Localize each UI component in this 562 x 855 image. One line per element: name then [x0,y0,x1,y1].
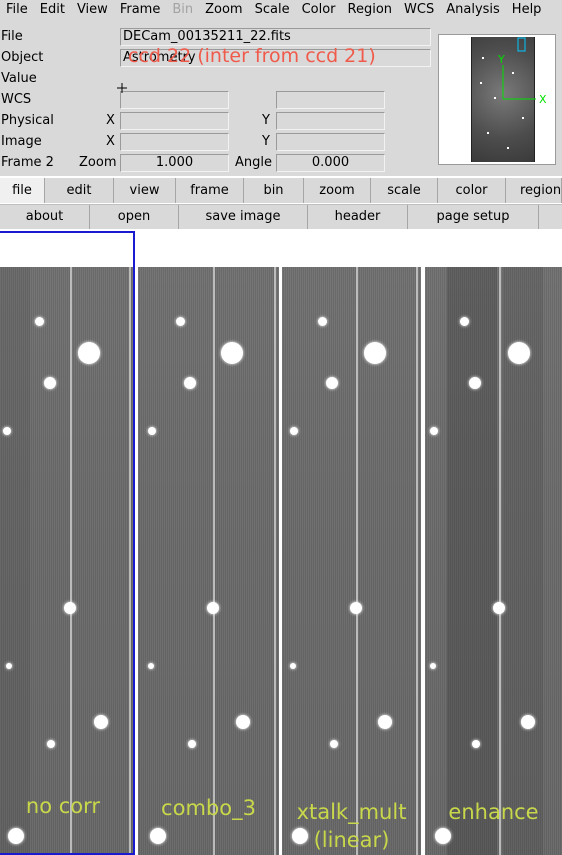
menu-scale[interactable]: Scale [249,0,296,20]
compass-icon: X Y [497,37,547,106]
button-scale[interactable]: scale [371,178,438,203]
frame-1-label: no corr [25,794,101,818]
physical-x-field [120,112,229,130]
button-zoom[interactable]: zoom [304,178,371,203]
angle-label: Angle [235,155,272,170]
physical-x-label: X [106,113,115,128]
wcs-y-field [276,91,385,109]
sub-button-bar: about open save image header page setup [0,204,562,229]
file-label: File [1,29,23,44]
image-x-label: X [106,134,115,149]
image-frame-4[interactable]: enhance [425,267,562,855]
frame-label: Frame 2 [1,155,54,170]
angle-field: 0.000 [276,154,385,172]
button-view[interactable]: view [114,178,176,203]
image-label: Image [1,134,42,149]
image-frame-1[interactable]: no corr [0,267,134,855]
button-open[interactable]: open [90,205,179,229]
button-frame[interactable]: frame [176,178,244,203]
zoom-label: Zoom [79,155,117,170]
wcs-label: WCS [1,92,32,107]
button-header[interactable]: header [308,205,408,229]
zoom-field: 1.000 [120,154,229,172]
button-about[interactable]: about [0,205,90,229]
button-edit[interactable]: edit [45,178,114,203]
image-y-field [276,133,385,151]
image-x-field [120,133,229,151]
frame-4-label: enhance [448,800,539,824]
button-bar: file edit view frame bin zoom scale colo… [0,178,562,203]
menu-analysis[interactable]: Analysis [440,0,506,20]
button-region[interactable]: region [506,178,562,203]
wcs-x-field [120,91,229,109]
menu-bin: Bin [172,2,194,17]
physical-y-label: Y [262,113,270,128]
object-label: Object [1,50,44,65]
menu-wcs[interactable]: WCS [398,0,440,20]
value-label: Value [1,71,37,86]
button-page-setup[interactable]: page setup [408,205,539,229]
menu-zoom[interactable]: Zoom [199,0,248,20]
physical-y-field [276,112,385,130]
menu-color[interactable]: Color [296,0,342,20]
compass-x-label: X [539,93,547,106]
frame-2-label: combo_3 [161,796,256,820]
menu-help[interactable]: Help [506,0,548,20]
button-bin[interactable]: bin [244,178,304,203]
menu-frame[interactable]: Frame [114,0,167,20]
compass-y-label: Y [497,53,505,66]
menubar: File Edit View Frame Bin Zoom Scale Colo… [0,0,562,20]
image-canvas[interactable]: no corr combo_3 xtalk_mult (linear) enha… [0,231,562,855]
image-y-label: Y [262,134,270,149]
menu-file[interactable]: File [0,0,34,20]
frame-3-label-line1: xtalk_mult [296,800,407,824]
button-color[interactable]: color [438,178,506,203]
menu-view[interactable]: View [71,0,114,20]
image-frame-3[interactable]: xtalk_mult (linear) [282,267,421,855]
info-panel: File DECam_00135211_22.fits Object Astro… [0,20,562,176]
panner[interactable]: X Y [438,34,556,165]
button-save-image[interactable]: save image [179,205,308,229]
crosshair-cursor-icon [117,83,127,93]
menu-region[interactable]: Region [342,0,399,20]
overlay-annotation: ccd 22 (inter from ccd 21) [128,45,376,67]
menu-edit[interactable]: Edit [34,0,71,20]
frame-3-label-line2: (linear) [313,828,390,852]
image-frame-2[interactable]: combo_3 [138,267,279,855]
physical-label: Physical [1,113,54,128]
button-file[interactable]: file [0,178,45,203]
file-field: DECam_00135211_22.fits [120,28,431,46]
